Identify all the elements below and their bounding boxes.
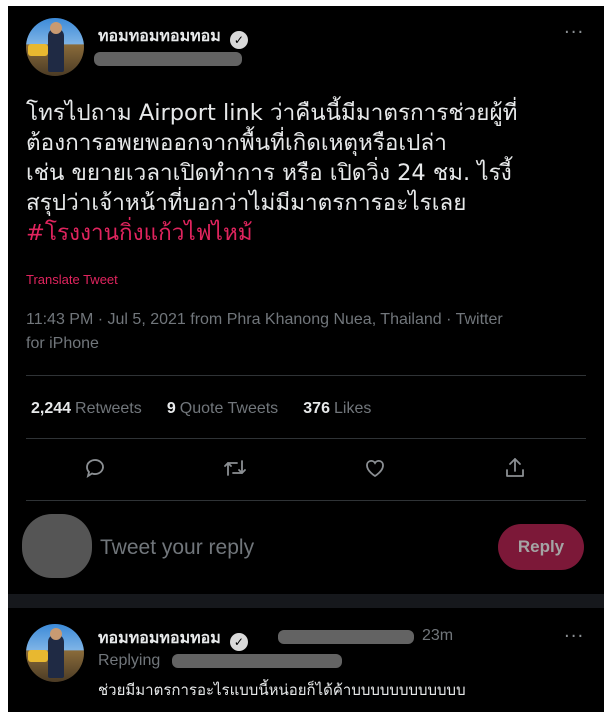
retweet-icon[interactable] (220, 453, 250, 483)
divider (26, 438, 586, 439)
tweet-meta: 11:43 PM · Jul 5, 2021 from Phra Khanong… (26, 308, 586, 356)
tweet-text-line: ต้องการอพยพออกจากพื้นที่เกิดเหตุหรือเปล่… (26, 130, 447, 156)
tweet-text-line: โทรไปถาม Airport link ว่าคืนนี้มีมาตรการ… (26, 100, 518, 126)
likes-count: 376 (303, 400, 330, 417)
tweet-source[interactable]: for iPhone (26, 332, 586, 356)
divider (26, 500, 586, 501)
likes-stat[interactable]: 376 Likes (303, 400, 371, 417)
verified-badge-icon: ✓ (229, 633, 248, 651)
reply-icon[interactable] (80, 453, 110, 483)
quotes-count: 9 (166, 400, 176, 417)
reply-input[interactable]: Tweet your reply (100, 536, 254, 560)
reply-author-avatar[interactable] (26, 624, 84, 682)
redacted-reply-handle (278, 630, 414, 644)
likes-label: Likes (333, 400, 372, 417)
quotes-label: Quote Tweets (179, 400, 279, 417)
more-options-icon[interactable]: ··· (564, 626, 584, 647)
divider (26, 375, 586, 376)
quote-tweets-stat[interactable]: 9 Quote Tweets (167, 400, 278, 417)
retweets-label: Retweets (75, 400, 142, 417)
author-name-row[interactable]: ทอมทอมทอมทอม ✓ (98, 24, 248, 49)
avatar-car-shape (28, 44, 48, 56)
reply-tweet-text: ช่วยมีมาตรการอะไรแบบนี้หน่อยก็ได้ค้าบบบบ… (98, 681, 466, 699)
retweets-stat[interactable]: 2,244 Retweets (31, 400, 142, 417)
tweet-text-line: เช่น ขยายเวลาเปิดทำการ หรือ เปิดวิ่ง 24 … (26, 160, 512, 186)
avatar-car-shape (28, 650, 48, 662)
redacted-handle (94, 52, 242, 66)
avatar-head-shape (50, 22, 62, 34)
author-avatar[interactable] (26, 18, 84, 76)
replying-to-label: Replying (98, 652, 161, 669)
share-icon[interactable] (500, 453, 530, 483)
tweet-stats: 2,244 Retweets 9 Quote Tweets 376 Likes (31, 398, 591, 418)
like-icon[interactable] (360, 453, 390, 483)
retweets-count: 2,244 (31, 400, 72, 417)
reply-button[interactable]: Reply (498, 524, 584, 570)
reply-author-row[interactable]: ทอมทอมทอมทอม ✓ (98, 626, 248, 651)
verified-badge-icon: ✓ (229, 31, 248, 49)
avatar-person-shape (48, 634, 64, 678)
reply-author-name[interactable]: ทอมทอมทอมทอม (98, 630, 221, 647)
author-name[interactable]: ทอมทอมทอมทอม (98, 28, 221, 45)
redacted-replying-handle (172, 654, 342, 668)
translate-tweet-link[interactable]: Translate Tweet (26, 272, 118, 287)
tweet-body: โทรไปถาม Airport link ว่าคืนนี้มีมาตรการ… (26, 98, 596, 248)
hashtag-link[interactable]: #โรงงานกิ่งแก้วไฟไหม้ (26, 218, 596, 248)
tweet-thread-view: ทอมทอมทอมทอม ✓ ··· โทรไปถาม Airport link… (8, 6, 604, 712)
redacted-user-avatar (22, 514, 92, 578)
section-separator (8, 594, 604, 608)
tweet-timestamp-location[interactable]: 11:43 PM · Jul 5, 2021 from Phra Khanong… (26, 308, 586, 332)
avatar-head-shape (50, 628, 62, 640)
tweet-text-line: สรุปว่าเจ้าหน้าที่บอกว่าไม่มีมาตรการอะไร… (26, 190, 467, 216)
avatar-person-shape (48, 28, 64, 72)
reply-timestamp[interactable]: 23m (422, 627, 453, 645)
more-options-icon[interactable]: ··· (564, 22, 584, 43)
